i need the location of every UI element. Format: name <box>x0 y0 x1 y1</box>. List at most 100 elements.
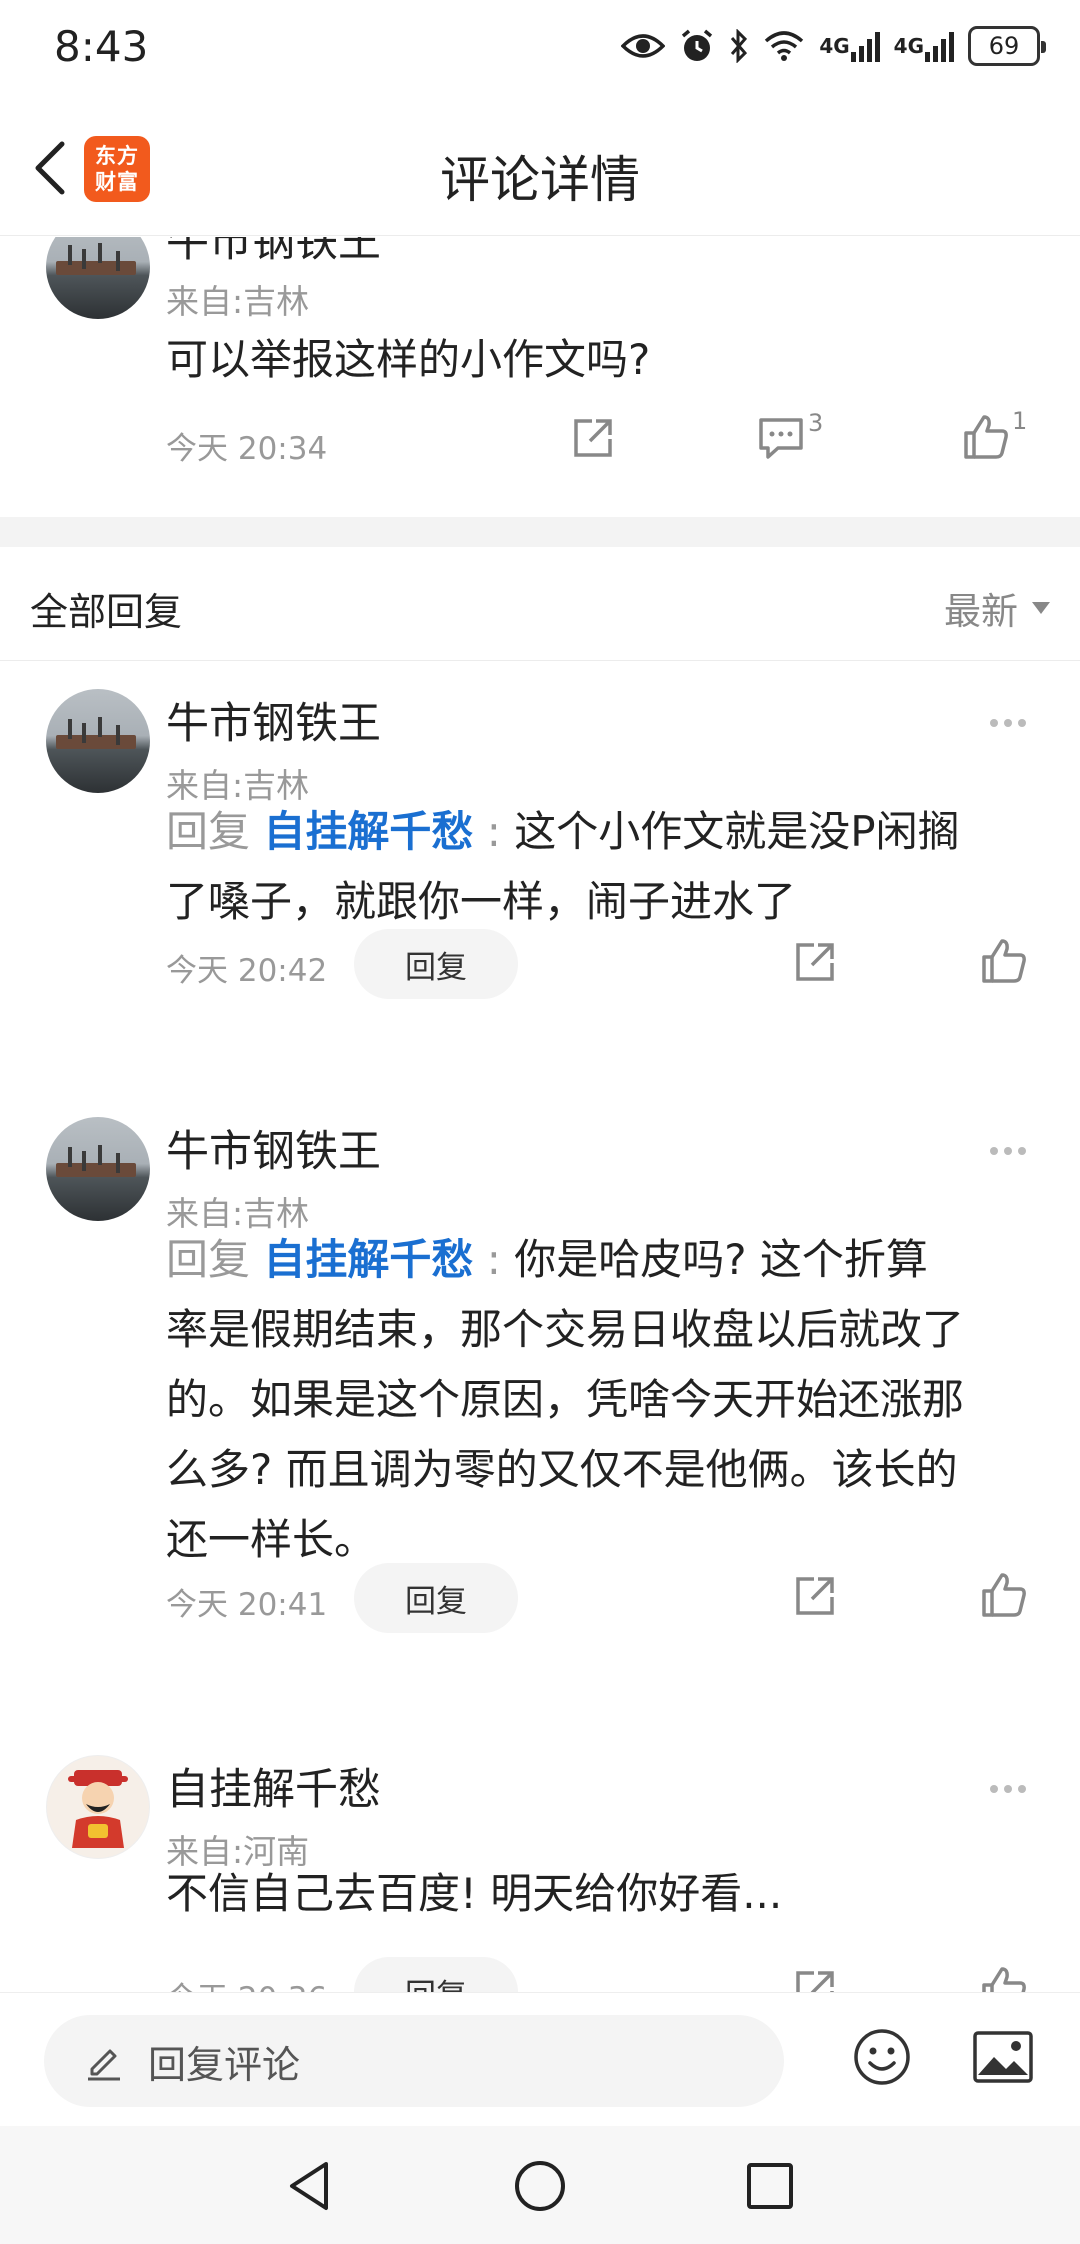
app-logo-text: 东方 <box>95 144 139 168</box>
app-logo-text: 财富 <box>95 170 139 194</box>
caret-down-icon <box>1032 602 1050 614</box>
user-name[interactable]: 牛市钢铁王 <box>166 237 381 269</box>
signal-icon: 4G <box>819 30 880 62</box>
sort-label: 最新 <box>944 590 1018 633</box>
reply-item: 牛市钢铁王 来自:吉林 回复 自挂解千愁 : 你是哈皮吗? 这个折算 率是假期结… <box>0 1117 1080 1633</box>
share-button[interactable] <box>792 939 838 985</box>
status-bar: 8:43 4G 4G 69 <box>0 0 1080 100</box>
reply-separator: : <box>486 1235 501 1284</box>
reply-button[interactable]: 回复 <box>354 929 518 999</box>
section-divider <box>0 517 1080 547</box>
sort-select[interactable]: 最新 <box>944 581 1050 635</box>
user-name[interactable]: 牛市钢铁王 <box>166 1117 381 1179</box>
status-time: 8:43 <box>54 22 149 71</box>
user-location: 来自:吉林 <box>166 282 310 321</box>
eye-icon <box>621 31 666 61</box>
share-button[interactable] <box>792 1573 838 1619</box>
reply-input-placeholder: 回复评论 <box>148 2042 301 2087</box>
avatar[interactable] <box>46 237 150 319</box>
header: 东方 财富 评论详情 <box>0 100 1080 236</box>
image-button[interactable] <box>972 2029 1034 2085</box>
reply-text-segment: 你是哈皮吗? 这个折算 <box>514 1235 928 1284</box>
like-icon <box>982 939 1026 983</box>
comment-time: 今天 20:34 <box>166 431 328 467</box>
like-icon <box>982 1967 1026 1992</box>
reply-text-line: 回复 自挂解千愁 : 你是哈皮吗? 这个折算 <box>166 1225 1046 1295</box>
reply-separator: : <box>486 807 501 856</box>
emoji-button[interactable] <box>852 2027 912 2087</box>
share-icon <box>796 1577 834 1615</box>
like-count: 1 <box>1012 407 1028 435</box>
battery-indicator: 69 <box>968 26 1046 66</box>
like-button[interactable] <box>980 1965 1028 1992</box>
avatar[interactable] <box>46 1117 150 1221</box>
status-icons: 4G 4G 69 <box>621 26 1046 66</box>
reply-button[interactable]: 回复 <box>354 1563 518 1633</box>
avatar[interactable] <box>46 689 150 793</box>
nav-back-icon <box>290 2162 328 2210</box>
like-icon <box>964 415 1008 459</box>
reply-button[interactable]: 回复 <box>354 1957 518 1992</box>
signal-icon: 4G <box>894 30 954 62</box>
like-button[interactable] <box>980 937 1028 985</box>
reply-time: 今天 20:42 <box>166 953 328 989</box>
user-name[interactable]: 牛市钢铁王 <box>166 689 381 751</box>
alarm-icon <box>679 28 715 64</box>
bluetooth-icon <box>729 29 749 63</box>
wifi-icon <box>763 30 805 62</box>
network-type-label: 4G <box>893 34 924 58</box>
reply-prefix: 回复 <box>166 1235 251 1284</box>
avatar-character-icon <box>68 1770 128 1848</box>
reply-time: 今天 20:41 <box>166 1587 328 1623</box>
reply-text-line: 率是假期结束，那个交易日收盘以后就改了 <box>166 1305 965 1354</box>
share-button[interactable] <box>570 415 616 461</box>
pencil-icon <box>88 2049 120 2081</box>
reply-target-user[interactable]: 自挂解千愁 <box>263 1235 473 1284</box>
nav-home-button[interactable] <box>508 2154 572 2218</box>
page-title: 评论详情 <box>440 151 640 209</box>
reply-text-line: 了嗓子，就跟你一样，闹子进水了 <box>166 877 797 926</box>
main-comment: 牛市钢铁王 来自:吉林 可以举报这样的小作文吗? 今天 20:34 3 1 <box>0 237 1080 517</box>
share-button[interactable] <box>792 1967 838 1992</box>
system-nav-bar <box>0 2126 1080 2244</box>
replies-header: 全部回复 最新 <box>0 547 1080 661</box>
like-icon <box>982 1573 1026 1617</box>
emoji-icon <box>854 2029 910 2085</box>
reply-text-line: 回复 自挂解千愁 : 这个小作文就是没P闲搁 <box>166 797 1046 867</box>
comment-count: 3 <box>808 409 824 437</box>
more-icon[interactable] <box>978 1769 1038 1809</box>
nav-recents-button[interactable] <box>738 2154 802 2218</box>
replies-title: 全部回复 <box>30 590 183 634</box>
network-type-label: 4G <box>819 34 850 58</box>
reply-item: 自挂解千愁 来自:河南 不信自己去百度! 明天给你好看... 今天 20:36 … <box>0 1755 1080 1992</box>
nav-home-icon <box>515 2161 565 2211</box>
share-icon <box>796 1971 834 1992</box>
reply-text: 不信自己去百度! 明天给你好看... <box>166 1869 783 1918</box>
reply-comment-input[interactable]: 回复评论 <box>44 2015 784 2107</box>
reply-text-segment: 这个小作文就是没P闲搁 <box>514 807 960 856</box>
image-icon <box>973 2031 1033 2083</box>
nav-recents-icon <box>747 2163 793 2209</box>
back-arrow-icon <box>35 141 65 195</box>
like-button[interactable]: 1 <box>962 407 1027 461</box>
share-icon <box>574 419 612 457</box>
reply-target-user[interactable]: 自挂解千愁 <box>263 807 473 856</box>
comment-icon <box>759 418 803 459</box>
comment-button[interactable]: 3 <box>756 409 823 461</box>
like-button[interactable] <box>980 1571 1028 1619</box>
app-logo[interactable]: 东方 财富 <box>84 136 150 202</box>
reply-text-line: 还一样长。 <box>166 1515 377 1564</box>
more-icon[interactable] <box>978 703 1038 743</box>
reply-item: 牛市钢铁王 来自:吉林 回复 自挂解千愁 : 这个小作文就是没P闲搁 了嗓子，就… <box>0 689 1080 999</box>
comment-scroll-area[interactable]: 牛市钢铁王 来自:吉林 可以举报这样的小作文吗? 今天 20:34 3 1 全部… <box>0 237 1080 1992</box>
avatar[interactable] <box>46 1755 150 1859</box>
reply-text: 回复 自挂解千愁 : 你是哈皮吗? 这个折算 率是假期结束，那个交易日收盘以后就… <box>166 1225 1046 1575</box>
more-icon[interactable] <box>978 1131 1038 1171</box>
reply-text: 回复 自挂解千愁 : 这个小作文就是没P闲搁 了嗓子，就跟你一样，闹子进水了 <box>166 797 1046 937</box>
user-name[interactable]: 自挂解千愁 <box>166 1755 381 1817</box>
reply-time: 今天 20:36 <box>166 1973 327 1992</box>
back-button[interactable] <box>20 130 80 206</box>
reply-text-line: 么多? 而且调为零的又仅不是他俩。该长的 <box>166 1445 958 1494</box>
nav-back-button[interactable] <box>278 2154 342 2218</box>
share-icon <box>796 943 834 981</box>
